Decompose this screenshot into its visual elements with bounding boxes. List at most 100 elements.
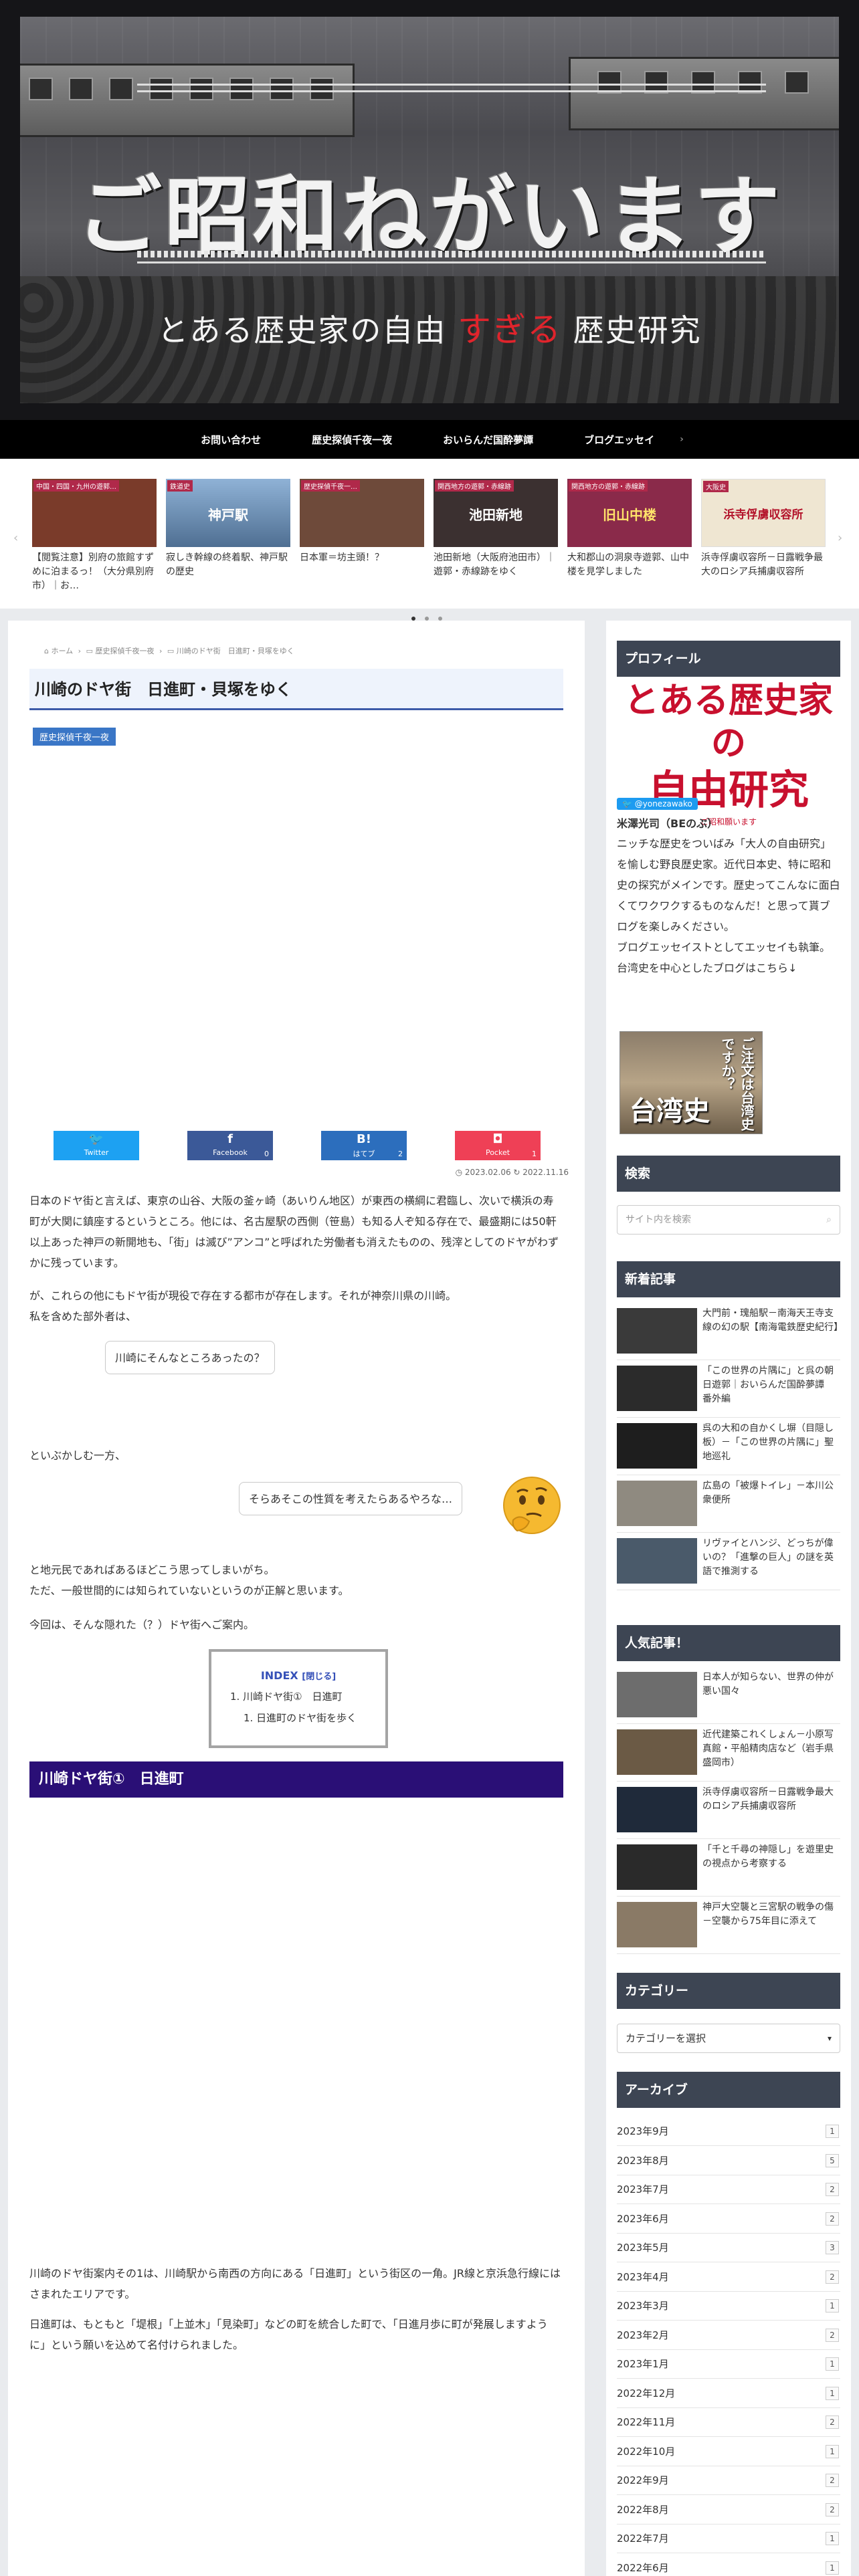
breadcrumb: ⌂ ホーム › ▭ 歴史探偵千夜一夜 › ▭ 川崎のドヤ街 日進町・貝塚をゆく — [44, 645, 297, 656]
profile-taiwan-link[interactable]: 台湾史を中心としたブログはこちら↓ — [617, 958, 840, 978]
share-pocket-button[interactable]: ◘ Pocket 1 — [455, 1131, 541, 1160]
archive-count: 2 — [826, 2270, 839, 2284]
carousel-tag: 大阪史 — [703, 481, 729, 492]
profile-name: 米澤光司（BEのぶ） — [617, 817, 719, 830]
header-image[interactable]: ご昭和ねがいます とある歴史家の自由 すぎる 歴史研究 — [20, 17, 839, 403]
post-category-badge[interactable]: 歴史探偵千夜一夜 — [33, 728, 116, 746]
list-item[interactable]: 近代建築これくしょん－小原写真館・平船精肉店など（岩手県盛岡市） — [617, 1725, 840, 1782]
archive-item[interactable]: 2022年10月 1 — [617, 2438, 840, 2466]
share-label: はてブ — [353, 1150, 375, 1158]
list-item[interactable]: 「この世界の片隅に」と呉の朝日遊郭｜おいらんだ国酔夢譚 番外編 — [617, 1362, 840, 1418]
archive-label[interactable]: 2022年9月 — [617, 2474, 669, 2486]
post-thumbnail — [617, 1672, 697, 1717]
nav-item-history-detective[interactable]: 歴史探偵千夜一夜 — [286, 433, 417, 447]
list-item[interactable]: リヴァイとハンジ、どっちが偉いの？「進撃の巨人」の謎を英語で推測する — [617, 1534, 840, 1590]
post-link[interactable]: リヴァイとハンジ、どっちが偉いの？「進撃の巨人」の謎を英語で推測する — [702, 1537, 840, 1579]
share-count: 2 — [398, 1150, 403, 1158]
archive-item[interactable]: 2023年8月 5 — [617, 2147, 840, 2175]
share-hatena-button[interactable]: B! はてブ 2 — [321, 1131, 407, 1160]
archive-item[interactable]: 2023年9月 1 — [617, 2117, 840, 2146]
list-item[interactable]: 呉の大和の自かくし塀（目隠し板）－「この世界の片隅に」聖地巡礼 — [617, 1419, 840, 1475]
list-item[interactable]: 広島の「被爆トイレ」－本川公衆便所 — [617, 1477, 840, 1533]
post-link[interactable]: 「千と千尋の神隠し」を遊里史の視点から考察する — [702, 1843, 840, 1871]
search-icon[interactable]: ⌕ — [826, 1206, 832, 1234]
toc-item[interactable]: 1. 川崎ドヤ街① 日進町 — [230, 1686, 385, 1707]
share-twitter-button[interactable]: 🐦 Twitter — [54, 1131, 139, 1160]
post-link[interactable]: 大門前・瑰船駅－南海天王寺支線の幻の駅【南海電鉄歴史紀行】 — [702, 1307, 843, 1335]
post-thumbnail — [617, 1729, 697, 1775]
carousel-item[interactable]: 大阪史 浜寺俘虜収容所 浜寺俘虜収容所－日露戦争最大のロシア兵捕虜収容所 — [701, 479, 826, 593]
archive-label[interactable]: 2023年3月 — [617, 2300, 669, 2312]
carousel-next-icon[interactable]: › — [838, 531, 842, 545]
post-thumbnail — [617, 1308, 697, 1354]
carousel-item[interactable]: 関西地方の遊郭・赤線跡 旧山中楼 大和郡山の洞泉寺遊郭、山中楼を見学しました — [567, 479, 692, 593]
archive-label[interactable]: 2022年6月 — [617, 2562, 669, 2574]
archive-label[interactable]: 2022年7月 — [617, 2533, 669, 2545]
archive-label[interactable]: 2022年10月 — [617, 2446, 675, 2458]
post-link[interactable]: 広島の「被爆トイレ」－本川公衆便所 — [702, 1479, 840, 1507]
archive-item[interactable]: 2022年7月 1 — [617, 2525, 840, 2553]
archive-item[interactable]: 2022年6月 1 — [617, 2554, 840, 2576]
carousel-thumbnail: 鉄道史 神戸駅 — [166, 479, 290, 547]
archive-item[interactable]: 2023年1月 1 — [617, 2350, 840, 2379]
twitter-follow-button[interactable]: 🐦 @yonezawako — [617, 798, 698, 810]
archive-label[interactable]: 2022年11月 — [617, 2416, 675, 2428]
archive-item[interactable]: 2022年11月 2 — [617, 2408, 840, 2437]
archive-item[interactable]: 2023年7月 2 — [617, 2175, 840, 2204]
archive-item[interactable]: 2023年4月 2 — [617, 2263, 840, 2292]
subtitle-part-2: 歴史研究 — [573, 312, 702, 348]
archive-label[interactable]: 2023年4月 — [617, 2271, 669, 2283]
carousel-tag: 歴史探偵千夜一… — [301, 480, 360, 492]
taiwan-blog-banner[interactable]: ご注文は台湾史ですか？ 台湾史 — [619, 1031, 763, 1134]
carousel-prev-icon[interactable]: ‹ — [13, 531, 18, 545]
search-input[interactable]: サイト内を検索 ⌕ — [617, 1205, 840, 1235]
post-link[interactable]: 日本人が知らない、世界の仲が悪い国々 — [702, 1671, 840, 1699]
archive-label[interactable]: 2023年5月 — [617, 2242, 669, 2254]
archive-item[interactable]: 2022年8月 2 — [617, 2496, 840, 2525]
carousel-item[interactable]: 中国・四国・九州の遊郭… 【閲覧注意】別府の旅館すずめに泊まるっ！（大分県別府市… — [32, 479, 157, 593]
nav-more-icon[interactable]: › — [680, 434, 684, 445]
archive-label[interactable]: 2023年2月 — [617, 2329, 669, 2341]
nav-item-blog-essay[interactable]: ブログエッセイ — [559, 433, 680, 447]
post-link[interactable]: 浜寺俘虜収容所－日露戦争最大のロシア兵捕虜収容所 — [702, 1786, 840, 1814]
list-item[interactable]: 浜寺俘虜収容所－日露戦争最大のロシア兵捕虜収容所 — [617, 1783, 840, 1839]
post-link[interactable]: 近代建築これくしょん－小原写真館・平船精肉店など（岩手県盛岡市） — [702, 1728, 840, 1770]
date-updated: ↻ 2022.11.16 — [513, 1168, 569, 1177]
archive-item[interactable]: 2023年3月 1 — [617, 2292, 840, 2321]
breadcrumb-category[interactable]: ▭ 歴史探偵千夜一夜 — [86, 647, 155, 655]
archive-item[interactable]: 2022年12月 1 — [617, 2379, 840, 2408]
archive-label[interactable]: 2023年6月 — [617, 2213, 669, 2225]
carousel-thumbnail: 関西地方の遊郭・赤線跡 池田新地 — [434, 479, 558, 547]
archive-label[interactable]: 2023年1月 — [617, 2358, 669, 2370]
archive-count: 1 — [826, 2561, 839, 2575]
nav-item-contact[interactable]: お問い合わせ — [175, 433, 286, 447]
list-item[interactable]: 神戸大空襲と三宮駅の戦争の傷－空襲から75年目に添えて — [617, 1898, 840, 1954]
archive-item[interactable]: 2023年2月 2 — [617, 2321, 840, 2350]
list-item[interactable]: 大門前・瑰船駅－南海天王寺支線の幻の駅【南海電鉄歴史紀行】 — [617, 1304, 843, 1360]
post-link[interactable]: 「この世界の片隅に」と呉の朝日遊郭｜おいらんだ国酔夢譚 番外編 — [702, 1364, 840, 1406]
archive-label[interactable]: 2023年8月 — [617, 2155, 669, 2167]
archive-label[interactable]: 2022年8月 — [617, 2504, 669, 2516]
share-facebook-button[interactable]: f Facebook 0 — [187, 1131, 273, 1160]
nav-item-oirandakoku[interactable]: おいらんだ国酔夢譚 — [417, 433, 559, 447]
toc-item[interactable]: 1. 日進町のドヤ街を歩く — [244, 1707, 385, 1729]
post-link[interactable]: 神戸大空襲と三宮駅の戦争の傷－空襲から75年目に添えて — [702, 1901, 840, 1929]
list-item[interactable]: 日本人が知らない、世界の仲が悪い国々 — [617, 1668, 840, 1724]
archive-label[interactable]: 2023年7月 — [617, 2183, 669, 2195]
carousel-item[interactable]: 鉄道史 神戸駅 寂しき幹線の終着駅、神戸駅の歴史 — [166, 479, 290, 593]
toc-toggle[interactable]: [閉じる] — [302, 1672, 336, 1682]
archive-count: 1 — [826, 2357, 839, 2371]
archive-label[interactable]: 2023年9月 — [617, 2125, 669, 2137]
post-link[interactable]: 呉の大和の自かくし塀（目隠し板）－「この世界の片隅に」聖地巡礼 — [702, 1422, 840, 1464]
archive-count: 2 — [826, 2328, 839, 2342]
carousel-item[interactable]: 歴史探偵千夜一… 日本軍＝坊主頭！？ — [300, 479, 424, 593]
archive-item[interactable]: 2023年5月 3 — [617, 2234, 840, 2262]
archive-label[interactable]: 2022年12月 — [617, 2387, 675, 2399]
archive-item[interactable]: 2023年6月 2 — [617, 2205, 840, 2234]
breadcrumb-separator: › — [159, 647, 163, 655]
breadcrumb-home[interactable]: ⌂ ホーム — [44, 647, 73, 655]
archive-item[interactable]: 2022年9月 2 — [617, 2466, 840, 2495]
category-select[interactable]: カテゴリーを選択 ▾ — [617, 2024, 840, 2053]
carousel-item[interactable]: 関西地方の遊郭・赤線跡 池田新地 池田新地（大阪府池田市）｜遊郭・赤線跡をゆく — [434, 479, 558, 593]
list-item[interactable]: 「千と千尋の神隠し」を遊里史の視点から考察する — [617, 1840, 840, 1897]
